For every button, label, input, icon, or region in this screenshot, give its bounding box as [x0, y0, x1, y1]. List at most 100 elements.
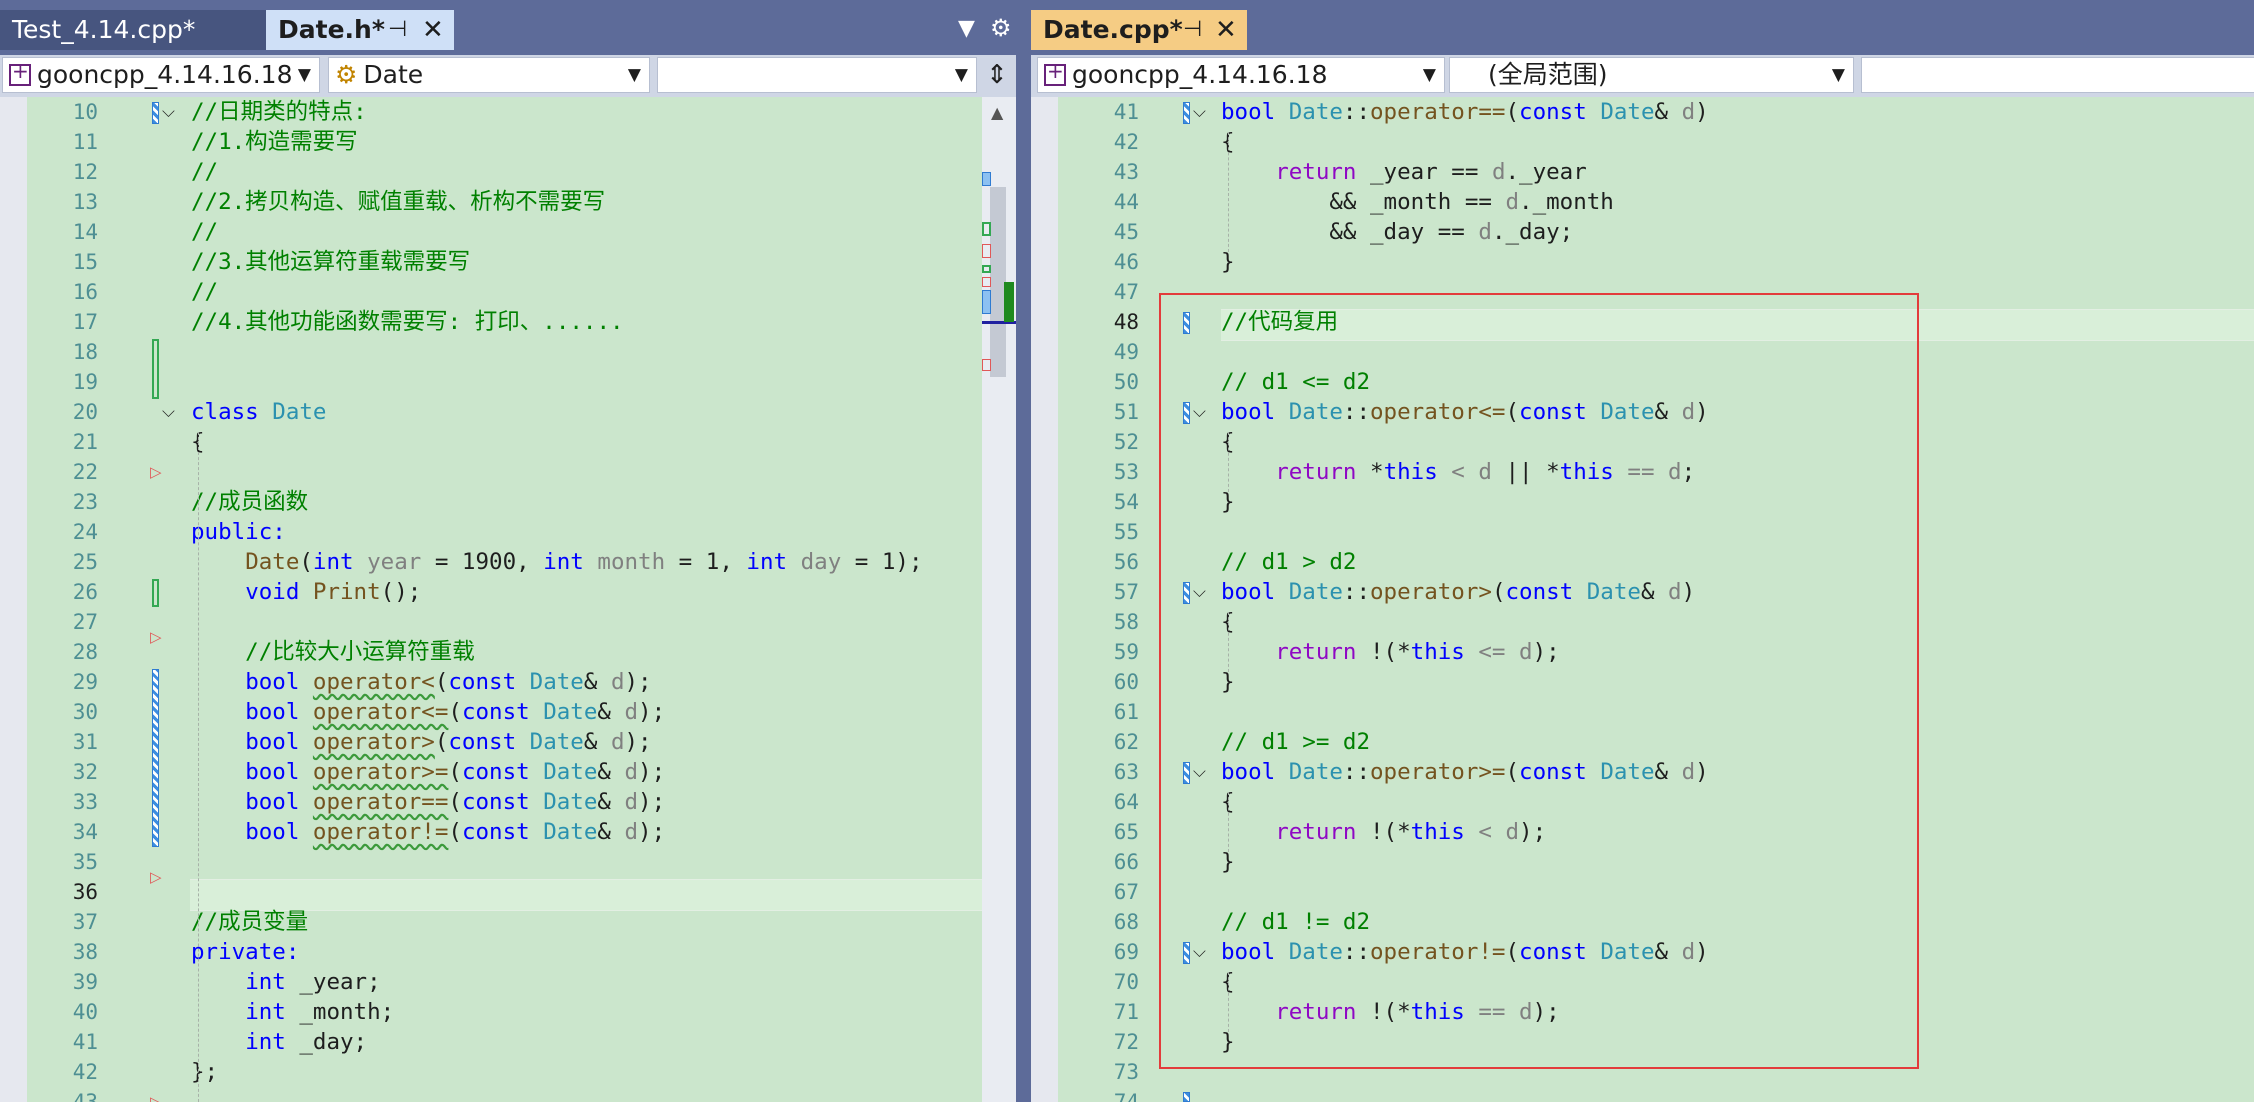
- pin-icon[interactable]: ⊣: [1183, 10, 1202, 50]
- line-number: 42: [72, 1060, 98, 1084]
- line-number: 41: [1113, 100, 1139, 124]
- line-number: 35: [72, 850, 98, 874]
- code-text: //1.构造需要写: [191, 129, 358, 155]
- close-icon[interactable]: ✕: [422, 10, 444, 50]
- line-number: 58: [1113, 610, 1139, 634]
- project-dropdown[interactable]: gooncpp_4.14.16.18 ▼: [2, 57, 320, 93]
- line-number: 41: [72, 1030, 98, 1054]
- scroll-up-icon[interactable]: ▲: [991, 103, 1003, 122]
- line-number: 33: [72, 790, 98, 814]
- line-number: 51: [1113, 400, 1139, 424]
- line-number: 62: [1113, 730, 1139, 754]
- line-number: 66: [1113, 850, 1139, 874]
- vertical-scrollbar-left[interactable]: ▲: [982, 97, 1016, 1102]
- overview-highlight: [1004, 282, 1014, 322]
- pin-icon[interactable]: ⊣: [388, 10, 407, 50]
- close-icon[interactable]: ✕: [1215, 10, 1237, 50]
- line-number: 49: [1113, 340, 1139, 364]
- gear-icon[interactable]: ⚙: [990, 14, 1012, 42]
- gutter-margin: [0, 97, 27, 1102]
- collapsed-region-icon[interactable]: ▷: [150, 862, 162, 892]
- tab-label: Date.cpp*: [1043, 15, 1183, 44]
- change-marker: [152, 339, 159, 399]
- line-number: 13: [72, 190, 98, 214]
- line-number: 42: [1113, 130, 1139, 154]
- indent-guide: [1228, 132, 1229, 252]
- line-number: 54: [1113, 490, 1139, 514]
- line-number: 72: [1113, 1030, 1139, 1054]
- collapsed-region-icon[interactable]: ▷: [150, 457, 162, 487]
- line-number: 36: [72, 880, 98, 904]
- code-text: //4.其他功能函数需要写: 打印、......: [191, 309, 624, 335]
- line-number: 38: [72, 940, 98, 964]
- code-reuse-highlight-box: [1159, 293, 1919, 1069]
- tab-strip-right: Date.cpp* ⊣ ✕: [1031, 0, 2254, 55]
- line-number: 47: [1113, 280, 1139, 304]
- line-number: 56: [1113, 550, 1139, 574]
- line-number: 12: [72, 160, 98, 184]
- chevron-down-icon: ▼: [1422, 65, 1436, 85]
- change-marker: [1183, 102, 1190, 124]
- cpp-project-icon: [1044, 58, 1066, 88]
- project-dropdown[interactable]: gooncpp_4.14.16.18 ▼: [1037, 57, 1445, 93]
- line-number: 25: [72, 550, 98, 574]
- scope-dropdown[interactable]: (全局范围) ▼: [1449, 57, 1854, 93]
- collapsed-region-icon[interactable]: ▷: [150, 622, 162, 652]
- code-text: //: [191, 159, 219, 185]
- editor-pane-right: Date.cpp* ⊣ ✕ gooncpp_4.14.16.18 ▼ (全局范围…: [1031, 0, 2254, 1102]
- line-number: 60: [1113, 670, 1139, 694]
- line-number: 10: [72, 100, 98, 124]
- code-text: //: [191, 279, 219, 305]
- line-number: 46: [1113, 250, 1139, 274]
- line-number: 48: [1113, 310, 1139, 334]
- line-number: 28: [72, 640, 98, 664]
- code-text: };: [191, 1059, 219, 1085]
- chevron-down-icon: ▼: [954, 65, 968, 85]
- scroll-marker: [982, 222, 991, 236]
- line-number: 27: [72, 610, 98, 634]
- chevron-down-icon: ▼: [627, 65, 641, 85]
- code-text: private:: [191, 939, 300, 965]
- navigation-bar-right: gooncpp_4.14.16.18 ▼ (全局范围) ▼: [1031, 55, 2254, 97]
- tab-label: Test_4.14.cpp*: [12, 15, 196, 44]
- change-marker: [152, 102, 159, 124]
- fold-toggle-icon[interactable]: ⌵: [162, 397, 175, 427]
- split-window-icon[interactable]: ⇕: [980, 57, 1014, 93]
- line-number: 43: [72, 1090, 98, 1102]
- line-number: 53: [1113, 460, 1139, 484]
- line-number: 52: [1113, 430, 1139, 454]
- line-number: 61: [1113, 700, 1139, 724]
- line-number: 65: [1113, 820, 1139, 844]
- line-number: 64: [1113, 790, 1139, 814]
- line-number: 11: [72, 130, 98, 154]
- line-number: 57: [1113, 580, 1139, 604]
- project-name: gooncpp_4.14.16.18: [1072, 60, 1328, 89]
- code-text: //: [191, 219, 219, 245]
- pane-splitter[interactable]: [1016, 0, 1031, 1102]
- member-dropdown[interactable]: [1861, 57, 2254, 93]
- scope-dropdown[interactable]: ⚙ Date ▼: [328, 57, 650, 93]
- tab-list-dropdown-icon[interactable]: ▼: [958, 16, 975, 41]
- code-editor-right[interactable]: 41 ⌵ bool Date::operator==(const Date& d) …: [1031, 97, 2254, 1102]
- code-editor-left[interactable]: 10 ⌵ //日期类的特点: 11 //1.构造需要写 12 // 13 //2.拷贝构造…: [0, 97, 982, 1102]
- member-dropdown[interactable]: ▼: [657, 57, 977, 93]
- line-number: 22: [72, 460, 98, 484]
- change-marker: [152, 669, 159, 847]
- line-number: 19: [72, 370, 98, 394]
- chevron-down-icon: ▼: [1831, 65, 1845, 85]
- editor-pane-left: Test_4.14.cpp* Date.h* ⊣ ✕ ▼ ⚙ gooncpp_4…: [0, 0, 1016, 1102]
- tab-test-cpp[interactable]: Test_4.14.cpp*: [0, 10, 266, 50]
- collapsed-region-icon[interactable]: ▷: [150, 1087, 162, 1102]
- change-marker: [152, 579, 159, 607]
- line-number: 18: [72, 340, 98, 364]
- line-number: 67: [1113, 880, 1139, 904]
- code-text: //日期类的特点:: [191, 99, 367, 125]
- scroll-marker: [982, 277, 991, 287]
- tab-date-h[interactable]: Date.h* ⊣ ✕: [266, 10, 454, 50]
- fold-toggle-icon[interactable]: ⌵: [1193, 97, 1206, 127]
- fold-toggle-icon[interactable]: ⌵: [162, 97, 175, 127]
- change-marker: [1183, 1092, 1190, 1102]
- scroll-marker: [982, 265, 991, 273]
- tab-date-cpp[interactable]: Date.cpp* ⊣ ✕: [1031, 10, 1247, 50]
- line-number: 32: [72, 760, 98, 784]
